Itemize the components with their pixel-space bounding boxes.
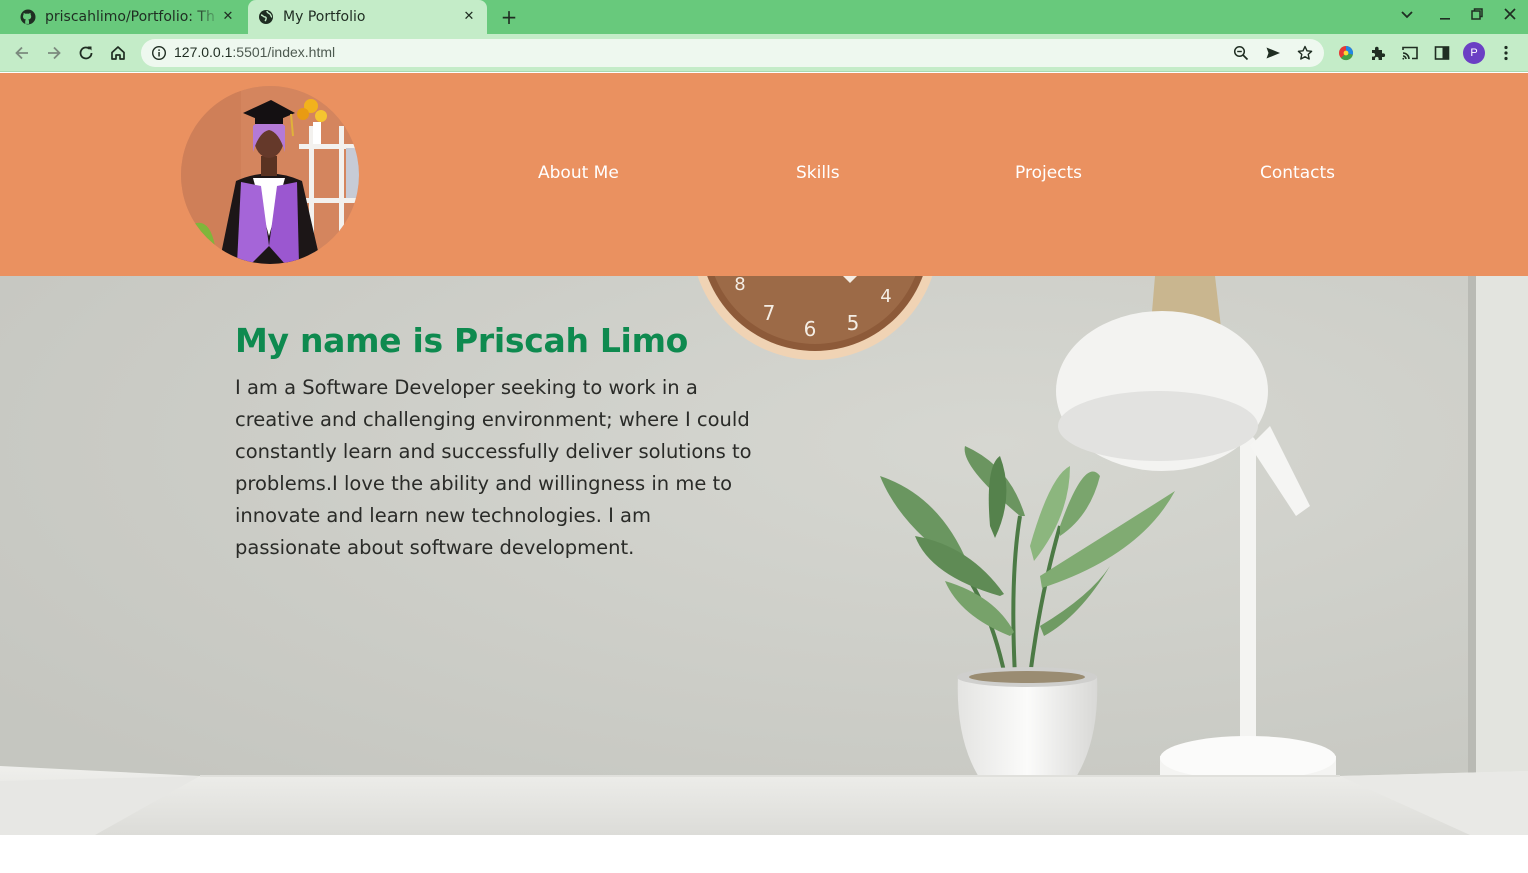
nav-projects-link[interactable]: Projects [1015, 163, 1082, 183]
url-text: 127.0.0.1:5501/index.html [174, 44, 336, 60]
back-arrow-icon[interactable] [10, 41, 34, 65]
tab-github-portfolio[interactable]: priscahlimo/Portfolio: Th ✕ [12, 0, 246, 34]
tab-search-icon[interactable] [1397, 7, 1417, 27]
tab-title: priscahlimo/Portfolio: Th [45, 9, 215, 25]
tab-title: My Portfolio [283, 9, 366, 25]
hero-title: My name is Priscah Limo [235, 321, 689, 360]
send-icon[interactable] [1265, 45, 1281, 61]
browser-toolbar: 127.0.0.1:5501/index.html P [0, 34, 1528, 72]
github-icon [20, 9, 36, 25]
clock-number: 8 [734, 276, 745, 295]
clock-number: 7 [763, 301, 776, 325]
close-tab-icon[interactable]: ✕ [461, 9, 477, 25]
minimize-icon[interactable] [1435, 7, 1455, 27]
restore-icon[interactable] [1467, 7, 1487, 27]
nav-contacts-link[interactable]: Contacts [1260, 163, 1335, 183]
clock-number: 6 [804, 317, 817, 341]
web-page: About Me Skills Projects Contacts 8 7 6 … [0, 73, 1528, 873]
address-bar[interactable]: 127.0.0.1:5501/index.html [141, 39, 1324, 67]
color-extension-icon[interactable] [1337, 44, 1355, 62]
nav-skills-link[interactable]: Skills [796, 163, 840, 183]
hero-background-image: 8 7 6 5 4 [0, 276, 1528, 835]
close-tab-icon[interactable]: ✕ [220, 9, 236, 25]
forward-arrow-icon[interactable] [42, 41, 66, 65]
globe-icon [258, 9, 274, 25]
new-tab-button[interactable]: + [498, 6, 520, 28]
close-window-icon[interactable] [1500, 7, 1520, 27]
tab-my-portfolio[interactable]: My Portfolio ✕ [248, 0, 487, 34]
cast-icon[interactable] [1401, 44, 1419, 62]
side-panel-icon[interactable] [1433, 44, 1451, 62]
home-icon[interactable] [106, 41, 130, 65]
hero-description: I am a Software Developer seeking to wor… [235, 376, 752, 559]
zoom-icon[interactable] [1233, 45, 1249, 61]
more-menu-icon[interactable] [1497, 44, 1515, 62]
nav-about-me-link[interactable]: About Me [538, 163, 619, 183]
clock-number: 4 [880, 286, 891, 307]
profile-photo [181, 86, 359, 264]
browser-tab-strip: priscahlimo/Portfolio: Th ✕ My Portfolio… [0, 0, 1528, 34]
site-header: About Me Skills Projects Contacts [0, 73, 1528, 276]
site-info-icon[interactable] [151, 45, 167, 61]
profile-avatar-button[interactable]: P [1463, 42, 1485, 64]
extensions-puzzle-icon[interactable] [1369, 44, 1387, 62]
clock-number: 5 [847, 311, 860, 335]
desk [0, 766, 1528, 835]
bookmark-star-icon[interactable] [1297, 45, 1313, 61]
hero-section: 8 7 6 5 4 My name is Priscah Limo I am a… [0, 276, 1528, 835]
reload-icon[interactable] [74, 41, 98, 65]
